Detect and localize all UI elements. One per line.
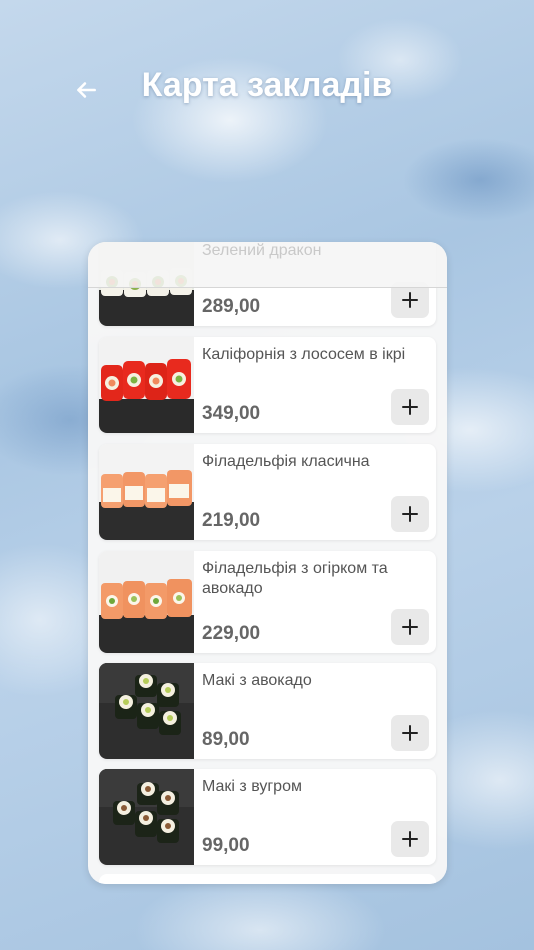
- plus-icon: [402, 619, 418, 635]
- dish-image: [99, 444, 194, 540]
- add-to-cart-button[interactable]: [391, 496, 429, 532]
- menu-panel: 289,00 Зелений дракон Каліфорнія з лосос…: [88, 242, 447, 884]
- plus-icon: [402, 831, 418, 847]
- item-price: 219,00: [202, 510, 261, 531]
- page-title: Карта закладів: [141, 66, 393, 104]
- item-price: 99,00: [202, 835, 250, 856]
- item-price: 89,00: [202, 729, 250, 750]
- item-name: Філадельфія класична: [202, 453, 370, 470]
- item-name: Макі з авокадо: [202, 672, 312, 689]
- header: Карта закладів: [0, 58, 534, 118]
- item-price: 229,00: [202, 623, 261, 644]
- plus-icon: [402, 399, 418, 415]
- plus-icon: [402, 725, 418, 741]
- add-to-cart-button[interactable]: [391, 715, 429, 751]
- item-name: Філадельфія з огірком та авокадо: [202, 560, 388, 597]
- list-item[interactable]: Філадельфія з огірком та авокадо 229,00: [99, 551, 436, 653]
- plus-icon: [402, 292, 418, 308]
- plus-icon: [402, 506, 418, 522]
- item-name: Каліфорнія з лососем в ікрі: [202, 346, 406, 363]
- item-price: 289,00: [202, 296, 261, 317]
- list-item[interactable]: [99, 874, 436, 884]
- menu-list[interactable]: 289,00 Зелений дракон Каліфорнія з лосос…: [88, 242, 447, 884]
- dish-image: [99, 769, 194, 865]
- item-name: Зелений дракон: [202, 242, 322, 259]
- item-price: 349,00: [202, 403, 261, 424]
- add-to-cart-button[interactable]: [391, 609, 429, 645]
- item-name: Макі з вугром: [202, 778, 302, 795]
- add-to-cart-button[interactable]: [391, 389, 429, 425]
- list-item[interactable]: Макі з вугром 99,00: [99, 769, 436, 865]
- dish-image: [99, 551, 194, 653]
- list-item[interactable]: Філадельфія класична 219,00: [99, 444, 436, 540]
- dish-image: [99, 337, 194, 433]
- scroll-fade: Зелений дракон: [88, 242, 447, 288]
- list-item[interactable]: Каліфорнія з лососем в ікрі 349,00: [99, 337, 436, 433]
- dish-image: [99, 663, 194, 759]
- add-to-cart-button[interactable]: [391, 821, 429, 857]
- list-item[interactable]: Макі з авокадо 89,00: [99, 663, 436, 759]
